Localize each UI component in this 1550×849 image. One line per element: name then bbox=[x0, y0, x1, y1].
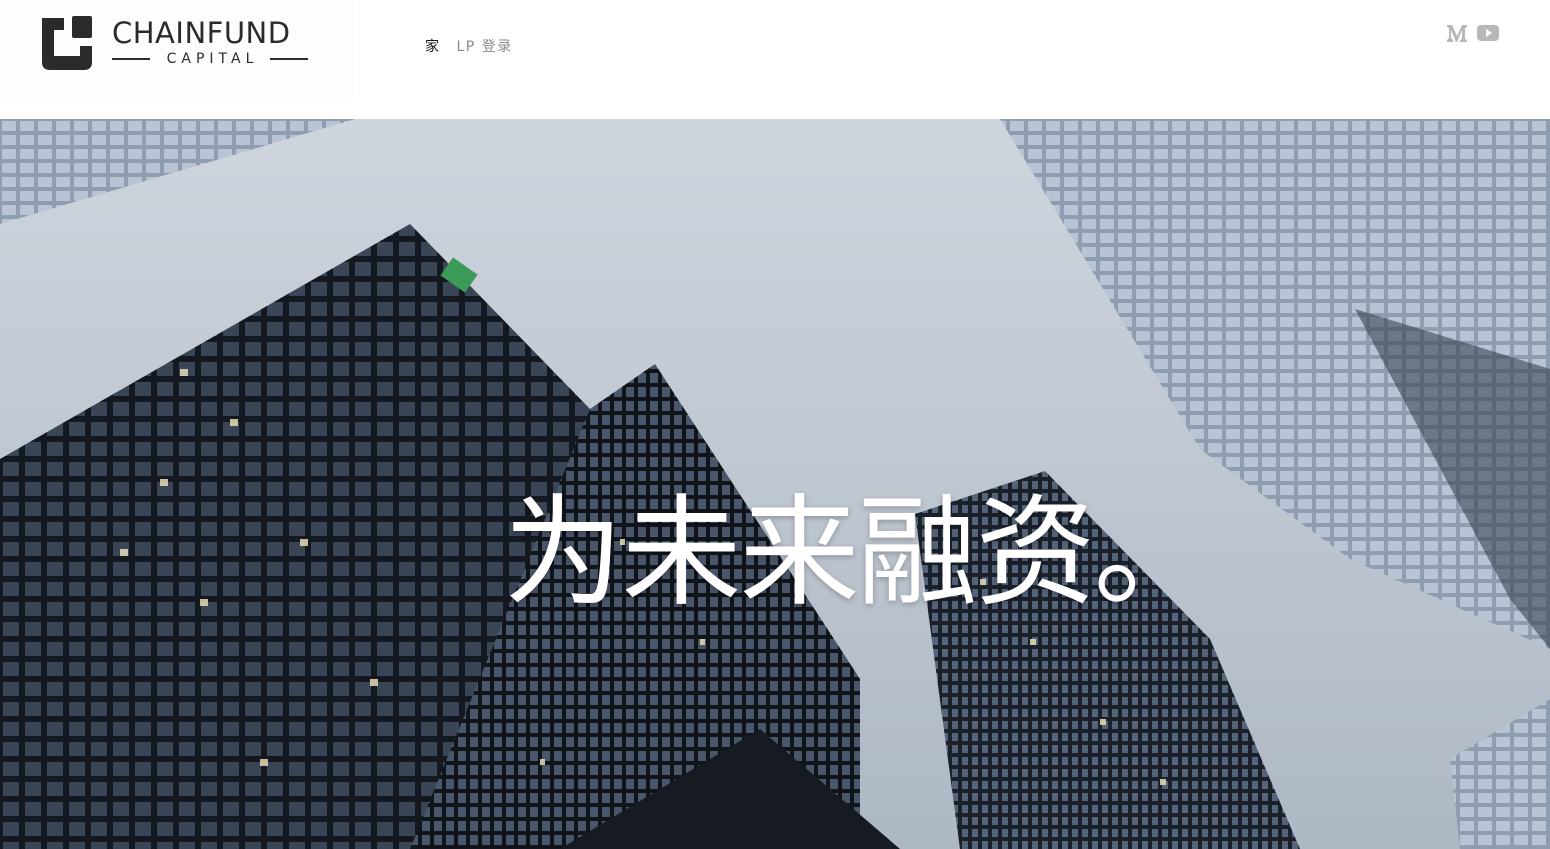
social-links bbox=[1446, 23, 1500, 47]
medium-icon[interactable] bbox=[1446, 23, 1468, 47]
youtube-icon[interactable] bbox=[1476, 23, 1500, 47]
nav-item-lp-login[interactable]: LP 登录 bbox=[457, 36, 513, 56]
logo-text: CHAINFUND CAPITAL bbox=[112, 16, 308, 67]
brand-rule-right bbox=[269, 58, 308, 60]
site-header: CHAINFUND CAPITAL 家 LP 登录 bbox=[0, 0, 1550, 119]
nav-item-home[interactable]: 家 bbox=[425, 36, 441, 56]
brand-rule-left bbox=[112, 58, 150, 60]
hero-title: 为未来融资。 bbox=[503, 484, 1214, 623]
hero-banner: 为未来融资。 bbox=[0, 119, 1550, 849]
brand-subtitle-row: CAPITAL bbox=[112, 51, 308, 67]
main-nav: 家 LP 登录 bbox=[425, 36, 513, 56]
logo[interactable]: CHAINFUND CAPITAL bbox=[0, 0, 355, 98]
brand-name: CHAINFUND bbox=[112, 16, 291, 50]
logo-mark-icon bbox=[42, 16, 92, 70]
brand-subtitle: CAPITAL bbox=[166, 51, 259, 67]
